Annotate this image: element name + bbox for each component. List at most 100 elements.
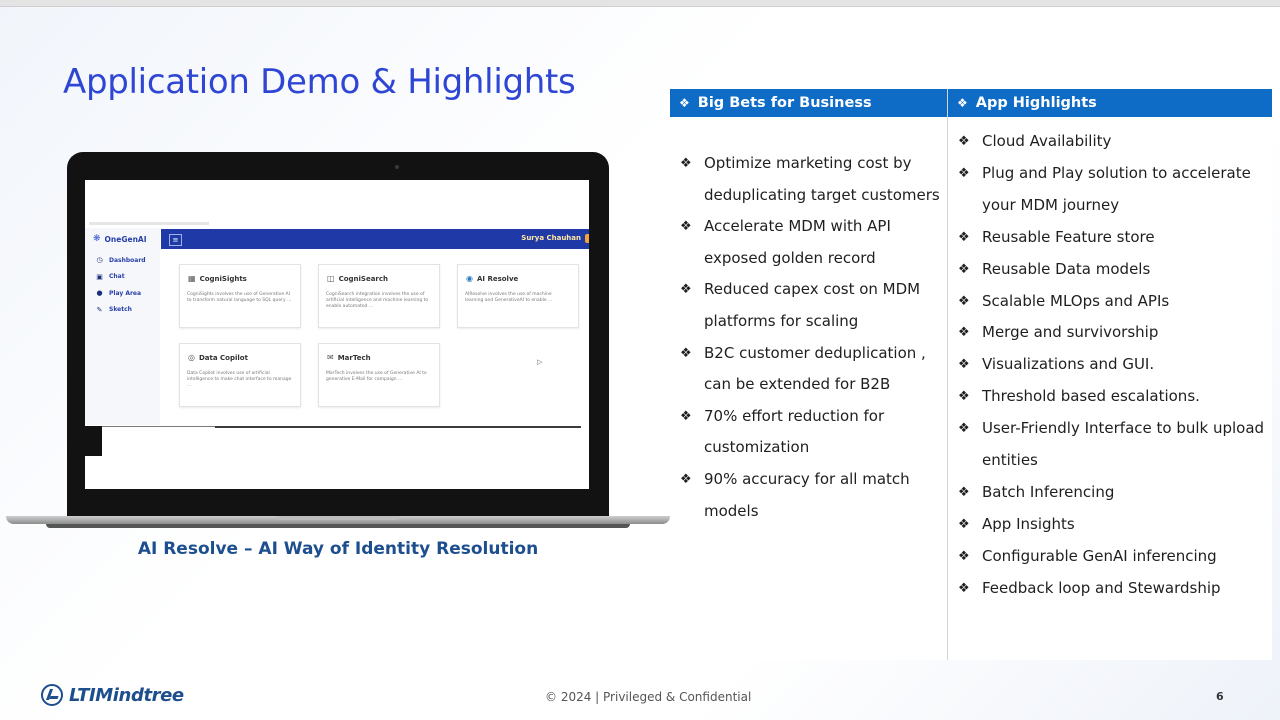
list-item: ❖ Batch Inferencing [958,477,1268,509]
list-item: ❖ Reusable Data models [958,254,1268,286]
app-nav-label: Sketch [109,306,132,314]
column-divider [947,89,948,660]
diamond-bullet-icon: ❖ [958,134,970,149]
list-item: ❖ Merge and survivorship [958,317,1268,349]
highlights-list: ❖ Cloud Availability ❖ Plug and Play solut… [958,126,1268,605]
diamond-bullet-icon: ❖ [958,293,970,309]
diamond-bullet-icon: ❖ [958,484,970,500]
screen-occlusion [85,426,102,456]
diamond-bullet-icon: ❖ [958,548,970,564]
app-card-title-text: AI Resolve [476,274,519,283]
list-item: ❖ Cloud Availability [958,126,1268,158]
dashboard-icon: ◷ [96,256,103,265]
slide-title: Application Demo & Highlights [63,62,576,102]
app-card-title: ◉ AI Resolve [466,274,518,283]
list-item: ❖ Reusable Feature store [958,222,1268,254]
list-item: ❖ User-Friendly Interface to bulk upload … [958,413,1268,477]
diamond-bullet-icon: ❖ [957,96,968,110]
app-screenshot: ❋ OneGenAI ◷ Dashboard ▣ Chat ● Play Are… [85,180,589,489]
app-card-ai-resolve[interactable]: ◉ AI Resolve AIResolve involves the use … [457,264,579,328]
list-item: ❖ Feedback loop and Stewardship [958,573,1268,605]
diamond-bullet-icon: ❖ [958,229,970,245]
logo-wordmark: LTIMindtree [69,684,184,706]
webcam-dot [395,165,399,169]
divider [215,426,581,428]
diamond-bullet-icon: ❖ [680,219,692,235]
app-logo-text: OneGenAI [104,234,147,244]
laptop-mockup: ❋ OneGenAI ◷ Dashboard ▣ Chat ● Play Are… [6,152,670,530]
big-bets-header: ❖ Big Bets for Business [670,89,947,117]
mail-icon: ✉ [327,353,334,362]
app-topbar: ≡ Surya Chauhan [161,229,589,249]
app-card-title: ✉ MarTech [327,353,371,362]
list-item: ❖ B2C customer deduplication , can be ext… [680,338,942,401]
diamond-bullet-icon: ❖ [680,156,692,171]
diamond-bullet-icon: ❖ [680,345,692,361]
app-card-martech[interactable]: ✉ MarTech MarTech involves the use of Ge… [318,343,440,407]
diamond-bullet-icon: ❖ [958,516,970,532]
list-item: ❖ Optimize marketing cost by deduplicatin… [680,148,942,211]
app-card-title: ▦ CogniSights [188,274,247,283]
list-item: ❖ Threshold based escalations. [958,381,1268,413]
app-card-title-text: Data Copilot [198,353,248,362]
app-card-desc: CogniSearch integration involves the use… [326,292,429,309]
list-item: ❖ Scalable MLOps and APIs [958,286,1268,318]
laptop-caption: AI Resolve – AI Way of Identity Resoluti… [137,539,539,559]
highlights-header: ❖ App Highlights [948,89,1272,117]
list-item: ❖ App Insights [958,509,1268,541]
list-item: ❖ Reduced capex cost on MDM platforms for… [680,274,942,337]
avatar[interactable] [585,234,589,243]
hamburger-menu-icon[interactable]: ≡ [169,234,182,246]
app-card-desc: AIResolve involves the use of machine le… [465,292,553,303]
diamond-bullet-icon: ❖ [958,165,970,181]
app-card-data-copilot[interactable]: ◎ Data Copilot Data Copilot involves use… [179,343,301,407]
app-card-cognisights[interactable]: ▦ CogniSights CogniSights involves the u… [179,264,301,328]
diamond-bullet-icon: ❖ [680,471,692,487]
app-logo-icon: ❋ [93,234,101,244]
app-nav-label: Play Area [109,289,142,297]
app-user-name[interactable]: Surya Chauhan [521,234,581,242]
app-nav: ◷ Dashboard ▣ Chat ● Play Area ✎ Sketch [95,252,146,319]
sketch-icon: ✎ [96,305,103,314]
list-item: ❖ 90% accuracy for all match models [680,464,942,527]
app-card-desc: CogniSights involves the use of Generati… [187,292,292,303]
diamond-bullet-icon: ❖ [958,580,970,596]
app-card-title-text: CogniSearch [338,274,388,283]
app-nav-label: Chat [109,273,125,281]
list-item: ❖ Plug and Play solution to accelerate yo… [958,158,1268,222]
app-nav-dashboard[interactable]: ◷ Dashboard [95,252,146,269]
highlights-header-text: App Highlights [975,95,1097,111]
big-bets-header-text: Big Bets for Business [697,95,872,111]
app-card-title: ◫ CogniSearch [327,274,388,283]
app-card-desc: MarTech involves the use of Generative A… [326,371,427,382]
app-nav-sketch[interactable]: ✎ Sketch [95,302,146,319]
diamond-bullet-icon: ❖ [958,325,970,341]
diamond-bullet-icon: ❖ [958,389,970,405]
diamond-bullet-icon: ❖ [680,282,692,298]
mouse-cursor-icon: ▷ [537,358,543,366]
app-nav-play-area[interactable]: ● Play Area [95,285,146,302]
search-doc-icon: ◫ [327,274,335,283]
chat-icon: ▣ [96,272,103,281]
app-nav-label: Dashboard [109,256,146,264]
logo-mark-icon [41,684,63,706]
app-nav-chat[interactable]: ▣ Chat [95,269,146,286]
footer-confidential: © 2024 | Privileged & Confidential [545,690,752,704]
top-rule [0,0,1280,7]
app-card-title-text: MarTech [337,353,371,362]
laptop-foot [46,524,630,528]
list-item: ❖ Accelerate MDM with API exposed golden … [680,211,942,274]
app-card-title-text: CogniSights [199,274,247,283]
page-number: 6 [1216,690,1224,703]
list-item: ❖ 70% effort reduction for customization [680,401,942,464]
diamond-bullet-icon: ❖ [958,261,970,277]
laptop-notch [276,516,400,520]
diamond-bullet-icon: ❖ [680,408,692,424]
globe-icon: ◉ [466,274,473,283]
app-card-cognisearch[interactable]: ◫ CogniSearch CogniSearch integration in… [318,264,440,328]
app-card-title: ◎ Data Copilot [188,353,248,362]
list-item: ❖ Visualizations and GUI. [958,349,1268,381]
gamepad-icon: ● [96,289,103,298]
divider [102,426,215,427]
app-breadcrumb [89,222,209,225]
